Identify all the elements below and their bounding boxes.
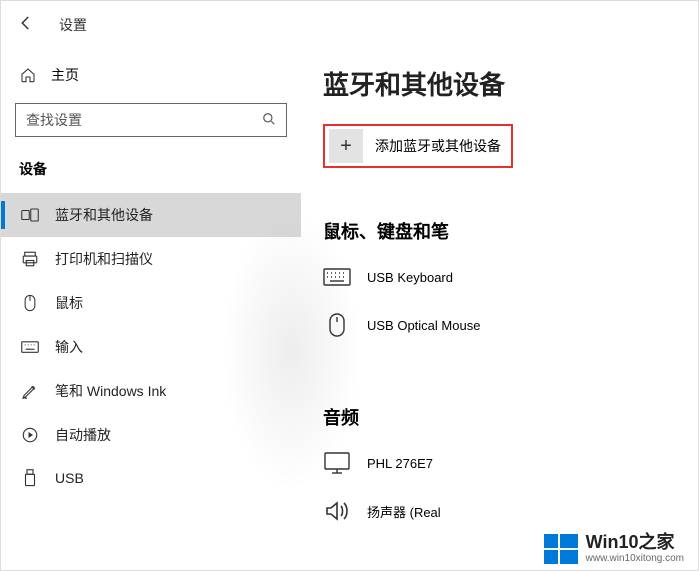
search-placeholder: 查找设置 — [26, 110, 82, 130]
home-link[interactable]: 主页 — [1, 57, 301, 93]
sidebar-item-label: 蓝牙和其他设备 — [55, 205, 153, 225]
sidebar-item-pen[interactable]: 笔和 Windows Ink — [1, 369, 301, 413]
search-icon — [262, 112, 276, 129]
device-name: PHL 276E7 — [367, 456, 433, 471]
pen-icon — [21, 382, 39, 400]
search-input[interactable]: 查找设置 — [15, 103, 287, 137]
sidebar-item-label: 输入 — [55, 337, 83, 357]
mouse-icon — [21, 294, 39, 312]
sidebar-item-label: 鼠标 — [55, 293, 83, 313]
device-name: 扬声器 (Real — [367, 502, 441, 521]
sidebar-item-mouse[interactable]: 鼠标 — [1, 281, 301, 325]
add-device-label: 添加蓝牙或其他设备 — [375, 136, 501, 156]
sidebar-item-typing[interactable]: 输入 — [1, 325, 301, 369]
watermark-brand: Win10 — [586, 532, 639, 552]
bluetooth-devices-icon — [21, 206, 39, 224]
device-name: USB Optical Mouse — [367, 318, 480, 333]
keyboard-icon — [21, 338, 39, 356]
device-row[interactable]: USB Keyboard — [323, 258, 676, 306]
sidebar: 主页 查找设置 设备 蓝牙和其他设备 打印机和扫描仪 鼠标 — [1, 49, 301, 570]
sidebar-item-bluetooth[interactable]: 蓝牙和其他设备 — [1, 193, 301, 237]
speaker-icon — [323, 500, 351, 522]
page-title: 蓝牙和其他设备 — [323, 65, 676, 102]
printer-icon — [21, 250, 39, 268]
sidebar-item-label: USB — [55, 470, 84, 486]
section-mouse-keyboard: 鼠标、键盘和笔 — [323, 218, 676, 244]
home-label: 主页 — [51, 65, 79, 85]
monitor-icon — [323, 452, 351, 474]
back-button[interactable] — [17, 14, 35, 37]
home-icon — [19, 66, 37, 84]
device-row[interactable]: USB Optical Mouse — [323, 306, 676, 354]
sidebar-item-label: 打印机和扫描仪 — [55, 249, 153, 269]
usb-icon — [21, 469, 39, 487]
sidebar-item-autoplay[interactable]: 自动播放 — [1, 413, 301, 457]
watermark-url: www.win10xitong.com — [586, 553, 684, 564]
windows-logo-icon — [544, 534, 578, 564]
plus-icon: + — [329, 129, 363, 163]
add-device-button[interactable]: + 添加蓝牙或其他设备 — [323, 124, 513, 168]
window-title: 设置 — [59, 15, 87, 35]
section-audio: 音频 — [323, 404, 676, 430]
device-row[interactable]: PHL 276E7 — [323, 444, 676, 492]
keyboard-device-icon — [323, 266, 351, 288]
section-label: 设备 — [1, 151, 301, 193]
main-content: 蓝牙和其他设备 + 添加蓝牙或其他设备 鼠标、键盘和笔 USB Keyboard… — [301, 49, 698, 570]
sidebar-item-usb[interactable]: USB — [1, 457, 301, 499]
sidebar-item-label: 自动播放 — [55, 425, 111, 445]
watermark: Win10之家 www.win10xitong.com — [544, 533, 684, 564]
sidebar-item-label: 笔和 Windows Ink — [55, 381, 166, 401]
watermark-suffix: 之家 — [638, 532, 674, 552]
device-name: USB Keyboard — [367, 270, 453, 285]
mouse-device-icon — [323, 314, 351, 336]
sidebar-item-printers[interactable]: 打印机和扫描仪 — [1, 237, 301, 281]
autoplay-icon — [21, 426, 39, 444]
